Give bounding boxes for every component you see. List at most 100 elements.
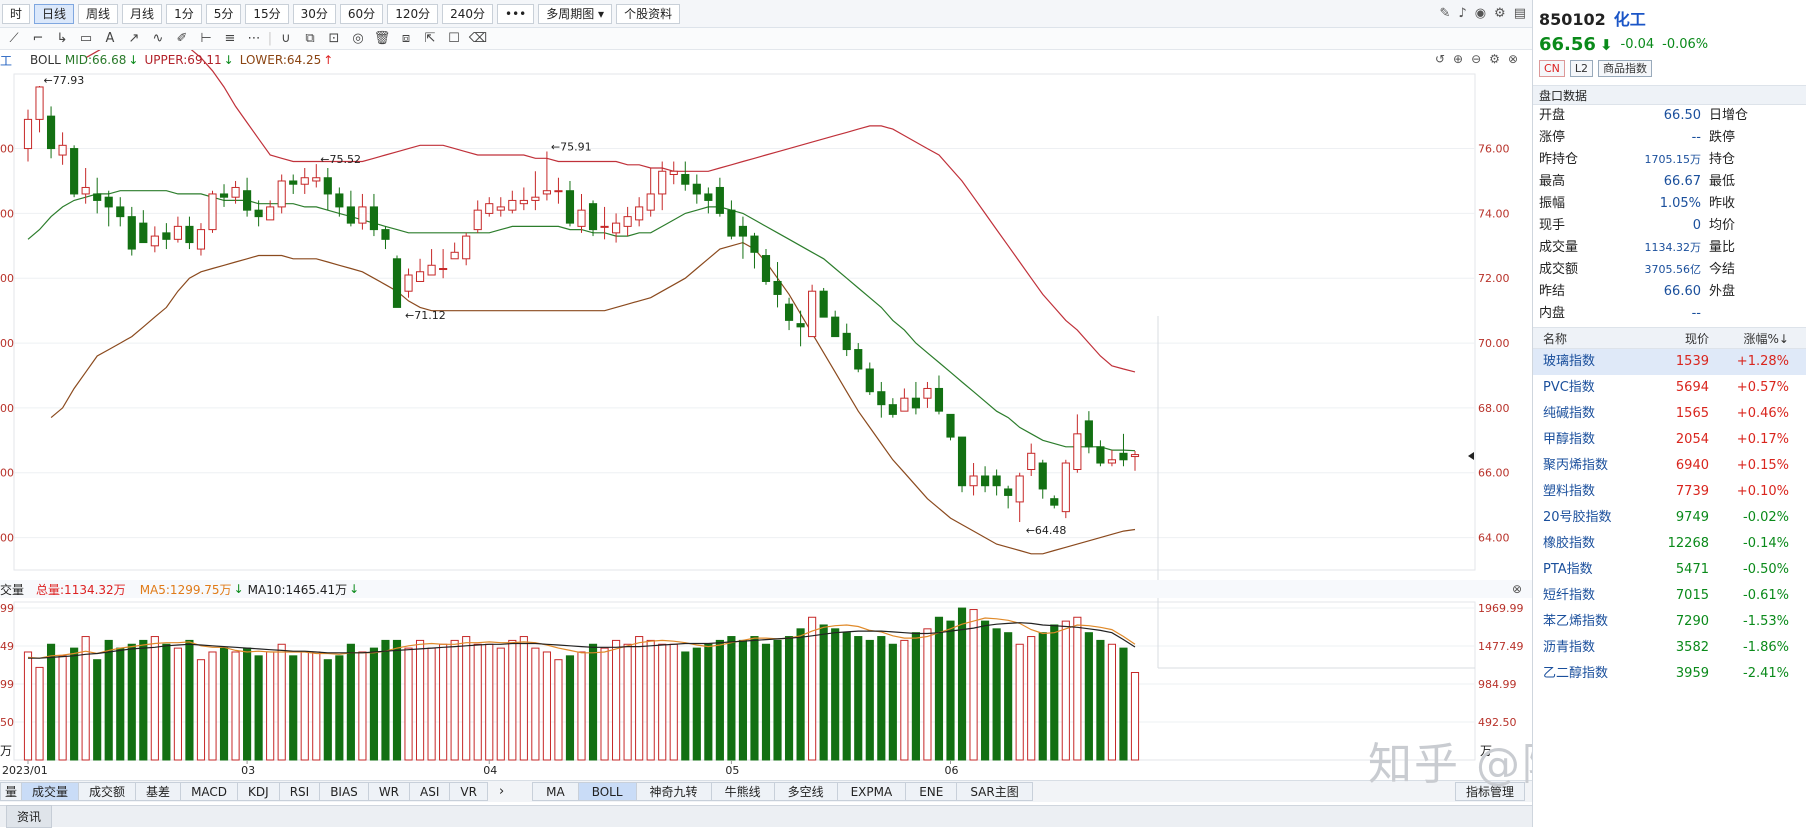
more-tools-icon[interactable]: ⋯ — [242, 31, 266, 46]
indicator-tab[interactable]: MACD — [180, 782, 239, 801]
index-price: 9749 — [1675, 510, 1709, 525]
period-button[interactable]: 30分 — [292, 3, 336, 24]
arrow-tool-icon[interactable]: ↗ — [122, 31, 146, 46]
period-button[interactable]: 日线 — [34, 3, 75, 24]
boll-name[interactable]: BOLL — [30, 53, 61, 67]
line-tool-icon[interactable]: ⟋ — [2, 31, 26, 46]
col-name[interactable]: 名称 — [1533, 328, 1653, 348]
period-button[interactable]: 60分 — [339, 3, 384, 24]
overlay-tab[interactable]: 牛熊线 — [710, 782, 775, 801]
divider: | — [267, 31, 273, 46]
period-button[interactable]: 时 — [2, 3, 31, 24]
overlay-tab[interactable]: EXPMA — [836, 782, 907, 801]
indicator-tab[interactable]: BIAS — [319, 782, 369, 801]
magnet-icon[interactable]: ∪ — [274, 31, 298, 46]
polyline-tool-icon[interactable]: ⌐ — [26, 31, 50, 46]
table-row[interactable]: 塑料指数 7739 +0.10% — [1533, 479, 1806, 505]
overlay-tab[interactable]: BOLL — [577, 782, 637, 801]
text-tool-icon[interactable]: A — [98, 31, 122, 46]
col-price[interactable]: 现价 — [1653, 328, 1709, 348]
table-row[interactable]: 玻璃指数 1539 +1.28% — [1533, 349, 1806, 375]
volume-bar — [531, 647, 540, 761]
reset-icon[interactable]: ↺ — [1435, 52, 1445, 66]
candle-body — [1096, 446, 1105, 464]
indicator-tab[interactable]: VR — [449, 782, 488, 801]
period-button[interactable]: 周线 — [78, 3, 119, 24]
overlay-tab[interactable]: ENE — [905, 782, 958, 801]
eraser-icon[interactable]: ⌫ — [466, 31, 490, 46]
bell-icon[interactable]: ♪ — [1458, 6, 1466, 21]
chevron-right-icon[interactable]: › — [499, 784, 504, 799]
volume-bar — [381, 639, 390, 761]
add-icon[interactable]: ⊕ — [1453, 52, 1463, 66]
table-row[interactable]: 橡胶指数 12268 -0.14% — [1533, 531, 1806, 557]
wave-tool-icon[interactable]: ∿ — [146, 31, 170, 46]
indicator-tab[interactable]: WR — [367, 782, 411, 801]
overlay-tab[interactable]: 多空线 — [773, 782, 838, 801]
settings-icon[interactable]: ⚙ — [1494, 6, 1506, 21]
volume-bar — [1073, 616, 1082, 761]
indicator-tab[interactable]: RSI — [278, 782, 321, 801]
overlay-tab[interactable]: MA — [532, 782, 579, 801]
table-row[interactable]: 20号胶指数 9749 -0.02% — [1533, 505, 1806, 531]
index-name: 20号胶指数 — [1543, 510, 1612, 525]
layout-icon[interactable]: ▤ — [1514, 6, 1526, 21]
volume-bar — [173, 647, 182, 761]
table-row[interactable]: 纯碱指数 1565 +0.46% — [1533, 401, 1806, 427]
close-icon[interactable]: ⊗ — [1508, 52, 1518, 66]
copy-icon[interactable]: ⧉ — [298, 31, 322, 46]
table-row[interactable]: PTA指数 5471 -0.50% — [1533, 557, 1806, 583]
volume-bar — [727, 636, 736, 761]
comment-icon[interactable]: ☐ — [442, 31, 466, 46]
table-row[interactable]: 乙二醇指数 3959 -2.41% — [1533, 661, 1806, 687]
news-tab[interactable]: 资讯 — [6, 805, 53, 828]
volume-bar — [116, 647, 125, 761]
overlay-tab[interactable]: 神奇九转 — [635, 782, 712, 801]
down-arrow-icon: ↓ — [233, 582, 244, 596]
delete-icon[interactable]: 🗑 — [370, 31, 394, 46]
period-button[interactable]: 15分 — [245, 3, 289, 24]
lock-icon[interactable]: ⊡ — [322, 31, 346, 46]
col-pct[interactable]: 涨幅%↓ — [1709, 328, 1799, 348]
indicator-tab[interactable]: 基差 — [135, 782, 182, 801]
chart-canvas[interactable]: 76.00 00 74.00 00 72.00 00 70.00 00 68.00 00 66.00… — [0, 0, 1532, 827]
period-button[interactable]: 1分 — [166, 3, 202, 24]
indicator-tab[interactable]: ASI — [409, 782, 451, 801]
rect-tool-icon[interactable]: ▭ — [74, 31, 98, 46]
minimize-icon[interactable]: ⊖ — [1471, 52, 1481, 66]
indicator-tab[interactable]: 成交量 — [21, 782, 80, 801]
pen-tool-icon[interactable]: ✐ — [170, 31, 194, 46]
hide-icon[interactable]: ◎ — [346, 31, 370, 46]
period-button[interactable]: ••• — [497, 3, 535, 24]
table-row[interactable]: 甲醇指数 2054 +0.17% — [1533, 427, 1806, 453]
measure-tool-icon[interactable]: ⊢ — [194, 31, 218, 46]
period-button[interactable]: 120分 — [387, 3, 439, 24]
export-icon[interactable]: ⇱ — [418, 31, 442, 46]
quote-row: 现手 0 均价 — [1533, 215, 1806, 237]
period-button[interactable]: 5分 — [205, 3, 242, 24]
table-row[interactable]: 聚丙烯指数 6940 +0.15% — [1533, 453, 1806, 479]
edit-icon[interactable]: ✎ — [1440, 6, 1451, 21]
table-row[interactable]: 短纤指数 7015 -0.61% — [1533, 583, 1806, 609]
indicator-tab[interactable]: 成交额 — [78, 782, 137, 801]
camera-icon[interactable]: ◉ — [1475, 6, 1486, 21]
clone-icon[interactable]: ⧈ — [394, 31, 418, 46]
indicator-tab[interactable]: KDJ — [237, 782, 280, 801]
index-name: 乙二醇指数 — [1543, 666, 1609, 681]
settings-icon[interactable]: ⚙ — [1489, 52, 1500, 66]
table-row[interactable]: PVC指数 5694 +0.57% — [1533, 375, 1806, 401]
tag-l2[interactable]: L2 — [1569, 60, 1594, 77]
ray-tool-icon[interactable]: ↳ — [50, 31, 74, 46]
close-icon[interactable]: ⊗ — [1512, 582, 1522, 596]
period-button[interactable]: 多周期图 ▾ — [538, 3, 613, 24]
indicator-tab[interactable]: 量 — [0, 782, 23, 801]
fib-tool-icon[interactable]: ≡ — [218, 31, 242, 46]
period-button[interactable]: 月线 — [122, 3, 163, 24]
tag-commodity-index[interactable]: 商品指数 — [1598, 60, 1653, 77]
period-button[interactable]: 240分 — [442, 3, 493, 24]
table-row[interactable]: 苯乙烯指数 7290 -1.53% — [1533, 609, 1806, 635]
overlay-tab[interactable]: SAR主图 — [956, 782, 1033, 801]
period-button[interactable]: 个股资料 — [616, 3, 681, 24]
table-row[interactable]: 沥青指数 3582 -1.86% — [1533, 635, 1806, 661]
tag-cn[interactable]: CN — [1539, 60, 1565, 77]
